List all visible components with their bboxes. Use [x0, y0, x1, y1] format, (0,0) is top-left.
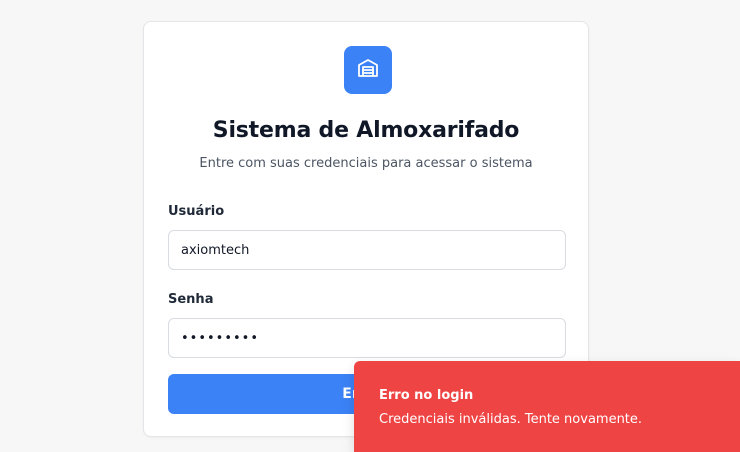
password-input[interactable] — [168, 318, 566, 358]
password-label: Senha — [168, 292, 214, 307]
page-subtitle: Entre com suas credenciais para acessar … — [199, 156, 533, 171]
warehouse-icon — [356, 56, 380, 84]
toast-message: Credenciais inválidas. Tente novamente. — [379, 412, 643, 427]
toast-title: Erro no login — [379, 388, 474, 403]
error-toast[interactable]: Erro no login Credenciais inválidas. Ten… — [354, 361, 740, 452]
warehouse-logo — [344, 46, 392, 94]
username-label: Usuário — [168, 204, 225, 219]
username-input[interactable] — [168, 230, 566, 270]
page-title: Sistema de Almoxarifado — [212, 118, 520, 143]
